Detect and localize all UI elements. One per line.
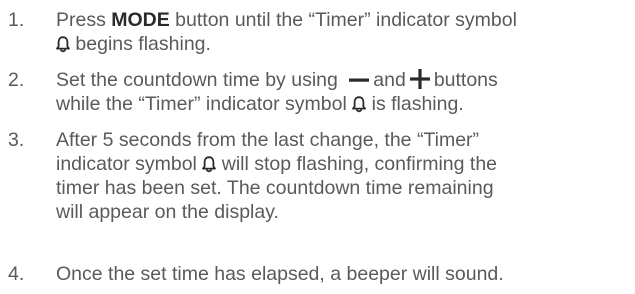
step-text: Press MODE button until the “Timer” indi… <box>56 8 635 56</box>
step-text: Once the set time has elapsed, a beeper … <box>56 262 635 286</box>
step-text: After 5 seconds from the last change, th… <box>56 128 635 224</box>
step-line: will appear on the display. <box>56 201 279 223</box>
mode-button-label: MODE <box>111 9 170 31</box>
step-line: begins flashing. <box>56 32 635 56</box>
text-segment: will stop flashing, confirming the <box>216 153 498 175</box>
step-line: indicator symbol will stop flashing, con… <box>56 152 635 176</box>
bell-icon <box>202 156 217 173</box>
bell-icon <box>56 36 70 53</box>
plus-icon <box>409 69 430 89</box>
step-line: while the “Timer” indicator symbol is fl… <box>56 92 635 116</box>
step-number: 1. <box>8 9 25 31</box>
minus-icon <box>349 78 370 82</box>
step-number: 4. <box>8 263 25 285</box>
text-segment: and <box>373 69 406 91</box>
text-segment: indicator symbol <box>56 153 203 175</box>
text-segment: Press <box>56 9 112 31</box>
text-segment: is flashing. <box>366 93 464 115</box>
text-segment: begins flashing. <box>70 33 211 55</box>
text-segment: while the “Timer” indicator symbol <box>56 93 353 115</box>
bell-icon <box>352 96 367 113</box>
step-number: 3. <box>8 129 25 151</box>
step-number: 2. <box>8 69 25 91</box>
step-line: Set the countdown time by using and butto… <box>56 68 635 92</box>
text-segment: buttons <box>433 69 498 91</box>
text-segment: Set the countdown time by using <box>56 69 344 91</box>
step-line: After 5 seconds from the last change, th… <box>56 129 480 151</box>
step-line: Once the set time has elapsed, a beeper … <box>56 263 504 285</box>
text-segment: button until the “Timer” indicator symbo… <box>169 9 517 31</box>
step-line: timer has been set. The countdown time r… <box>56 177 494 199</box>
step-line: Press MODE button until the “Timer” indi… <box>56 8 635 32</box>
step-text: Set the countdown time by using and butto… <box>56 68 635 116</box>
